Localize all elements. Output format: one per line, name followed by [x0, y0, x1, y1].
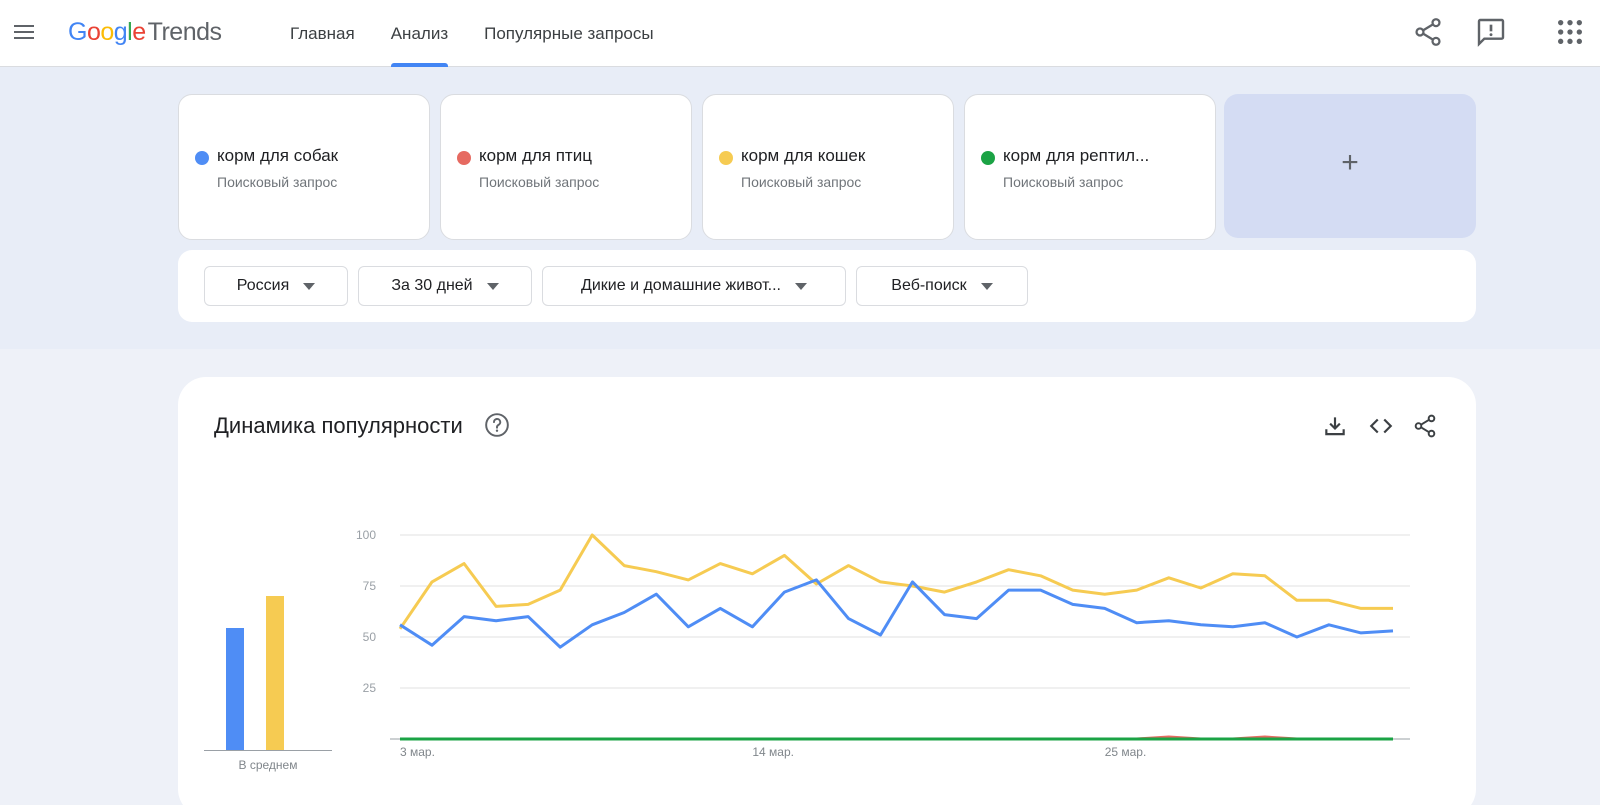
x-tick-label: 25 мар.: [1105, 745, 1147, 759]
download-icon[interactable]: [1322, 413, 1348, 439]
category-value: Дикие и домашние живот...: [581, 277, 781, 294]
series-color-dot: [981, 151, 995, 165]
region-value: Россия: [236, 277, 290, 294]
share-icon[interactable]: [1412, 16, 1444, 48]
feedback-icon[interactable]: [1475, 16, 1507, 48]
period-value: За 30 дней: [391, 277, 473, 294]
term-name: корм для собак: [217, 146, 339, 165]
series-color-dot: [457, 151, 471, 165]
term-card-dogs[interactable]: корм для собак Поисковый запрос: [178, 94, 430, 240]
y-tick-label: 25: [363, 681, 377, 695]
apps-grid-icon[interactable]: [1554, 16, 1586, 48]
x-tick-label: 14 мар.: [752, 745, 794, 759]
term-name: корм для птиц: [479, 146, 592, 165]
term-name: корм для кошек: [741, 146, 866, 165]
average-bar-dogs[interactable]: [226, 628, 244, 750]
filter-bar: Россия За 30 дней Дикие и домашние живот…: [178, 250, 1476, 322]
help-icon[interactable]: [484, 412, 510, 438]
term-name: корм для рептил...: [1003, 146, 1150, 165]
term-type: Поисковый запрос: [217, 174, 338, 190]
main-nav: Главная Анализ Популярные запросы: [272, 0, 672, 67]
average-bar-cats[interactable]: [266, 595, 284, 750]
average-axis-label: В среднем: [238, 758, 298, 772]
chart-title: Динамика популярности: [214, 413, 463, 438]
series-color-dot: [195, 151, 209, 165]
term-type: Поисковый запрос: [1003, 174, 1124, 190]
term-card-reptiles[interactable]: корм для рептил... Поисковый запрос: [964, 94, 1216, 240]
search-type-value: Веб-поиск: [891, 277, 967, 294]
series-color-dot: [719, 151, 733, 165]
nav-explore[interactable]: Анализ: [373, 0, 466, 67]
interest-over-time-card: Динамика популярности В среднем 25 50 75 10…: [178, 377, 1476, 805]
caret-down-icon: [794, 282, 807, 290]
term-card-birds[interactable]: корм для птиц Поисковый запрос: [440, 94, 692, 240]
interest-line-chart[interactable]: 25 50 75 100 3 мар. 14 мар. 25 мар.: [328, 517, 1458, 767]
menu-icon[interactable]: [10, 18, 38, 46]
term-type: Поисковый запрос: [741, 174, 862, 190]
y-tick-label: 75: [363, 579, 377, 593]
y-tick-label: 50: [363, 630, 377, 644]
series-line[interactable]: [398, 533, 1393, 630]
top-app-bar: GoogleTrends Главная Анализ Популярные з…: [0, 0, 1600, 67]
nav-trending[interactable]: Популярные запросы: [466, 0, 671, 67]
caret-down-icon: [486, 282, 499, 290]
region-dropdown[interactable]: Россия: [204, 266, 348, 306]
share-icon[interactable]: [1412, 413, 1438, 439]
category-dropdown[interactable]: Дикие и домашние живот...: [542, 266, 846, 306]
x-tick-label: 3 мар.: [400, 745, 435, 759]
search-type-dropdown[interactable]: Веб-поиск: [856, 266, 1028, 306]
term-type: Поисковый запрос: [479, 174, 600, 190]
plus-icon: +: [1341, 146, 1359, 179]
term-card-cats[interactable]: корм для кошек Поисковый запрос: [702, 94, 954, 240]
nav-home[interactable]: Главная: [272, 0, 373, 67]
google-trends-logo[interactable]: GoogleTrends: [68, 18, 222, 47]
average-axis-line: [204, 750, 332, 751]
caret-down-icon: [303, 282, 316, 290]
embed-code-icon[interactable]: [1368, 413, 1394, 439]
average-bar-chart: В среднем: [204, 537, 332, 777]
add-term-button[interactable]: +: [1224, 94, 1476, 238]
y-tick-label: 100: [356, 528, 376, 542]
caret-down-icon: [980, 282, 993, 290]
period-dropdown[interactable]: За 30 дней: [358, 266, 532, 306]
